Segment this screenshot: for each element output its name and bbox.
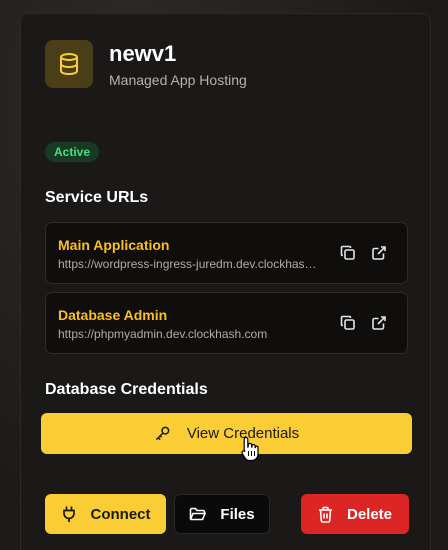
app-subtitle: Managed App Hosting [109, 72, 247, 88]
copy-icon[interactable] [338, 313, 358, 333]
files-label: Files [220, 505, 255, 523]
service-url-value: https://wordpress-ingress-juredm.dev.clo… [58, 257, 318, 271]
database-credentials-heading: Database Credentials [45, 381, 208, 398]
database-icon [45, 40, 93, 88]
external-link-icon[interactable] [369, 243, 389, 263]
view-credentials-button[interactable]: View Credentials [41, 413, 412, 454]
service-url-label: Database Admin [58, 307, 168, 323]
delete-label: Delete [346, 505, 393, 523]
service-urls-heading: Service URLs [45, 189, 149, 206]
external-link-icon[interactable] [369, 313, 389, 333]
service-url-label: Main Application [58, 237, 170, 253]
plug-icon [61, 505, 77, 523]
key-icon [154, 425, 171, 442]
service-url-value: https://phpmyadmin.dev.clockhash.com [58, 327, 268, 341]
hand-pointer-icon [241, 436, 259, 467]
app-card: newv1 Managed App Hosting Active Service… [20, 13, 431, 550]
connect-label: Connect [90, 505, 151, 523]
connect-button[interactable]: Connect [45, 494, 166, 534]
status-badge: Active [45, 142, 100, 162]
delete-button[interactable]: Delete [301, 494, 409, 534]
service-url-item-main: Main Application https://wordpress-ingre… [45, 222, 408, 284]
files-button[interactable]: Files [174, 494, 270, 534]
trash-icon [318, 506, 333, 523]
service-url-item-db-admin: Database Admin https://phpmyadmin.dev.cl… [45, 292, 408, 354]
app-name: newv1 [109, 41, 177, 66]
copy-icon[interactable] [338, 243, 358, 263]
folder-icon [189, 507, 207, 522]
